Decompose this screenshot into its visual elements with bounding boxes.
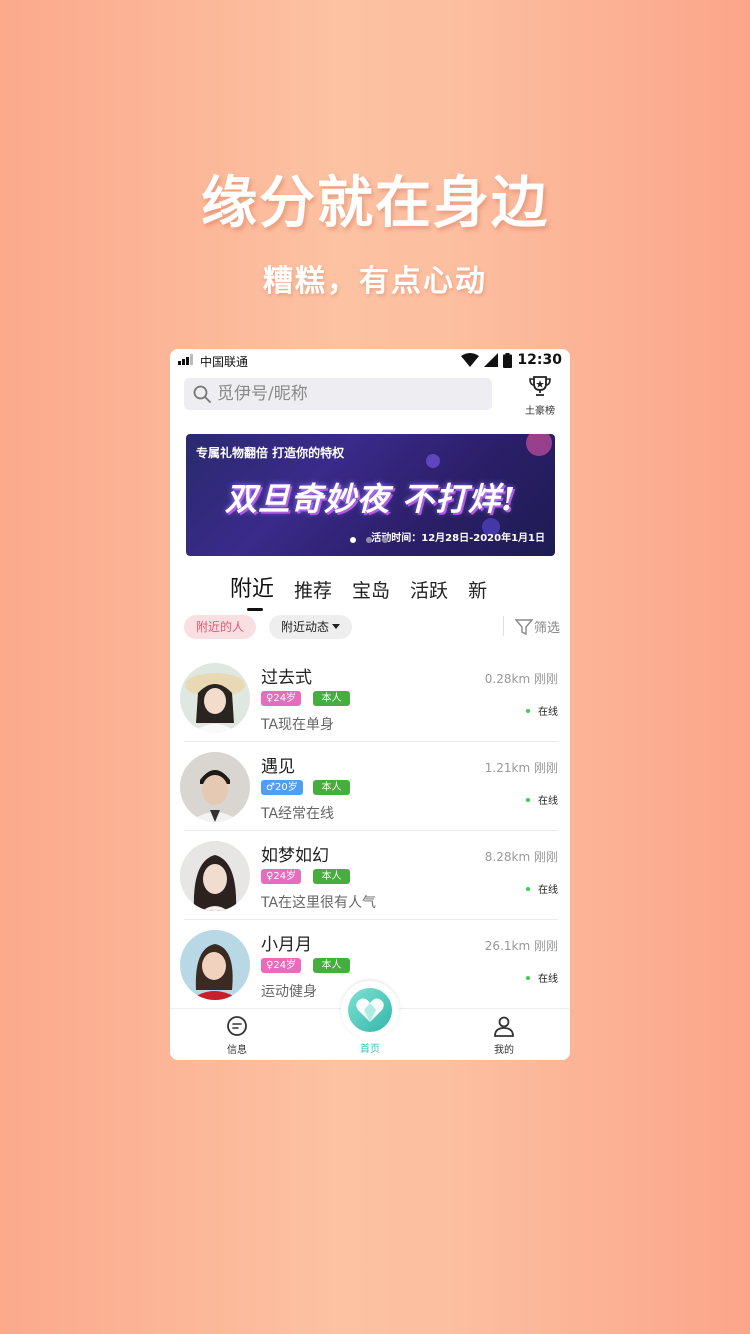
search-input[interactable] (217, 381, 477, 407)
avatar[interactable] (180, 930, 250, 1000)
home-fab[interactable] (341, 981, 399, 1039)
verified-badge: 本人 (313, 691, 350, 706)
signal-icon (178, 354, 196, 365)
nearby-moments-label: 附近动态 (280, 620, 329, 634)
user-row[interactable]: 遇见 ♂20岁 本人 TA经常在线 1.21km 刚刚 在线 (170, 742, 570, 831)
trophy-icon (529, 376, 551, 396)
user-bio: TA在这里很有人气 (261, 895, 377, 911)
age-value: 24岁 (273, 693, 297, 704)
promo-banner[interactable]: 专属礼物翻倍 打造你的特权 双旦奇妙夜 不打烊! 活动时间：12月28日-202… (186, 434, 555, 556)
carrier-label: 中国联通 (200, 355, 249, 369)
online-dot-icon (526, 886, 530, 891)
distance-time: 1.21km 刚刚 (484, 761, 558, 775)
category-tabs: 附近 推荐 宝岛 活跃 新 (230, 567, 507, 611)
nav-mine[interactable]: 我的 (474, 1015, 534, 1056)
verified-badge: 本人 (313, 780, 350, 795)
age-badge: ♀24岁 (261, 958, 302, 973)
funnel-icon (515, 618, 533, 635)
age-value: 24岁 (273, 960, 297, 971)
banner-subtitle: 专属礼物翻倍 打造你的特权 (196, 446, 345, 460)
user-row[interactable]: 过去式 ♀24岁 本人 TA现在单身 0.28km 刚刚 在线 (170, 653, 570, 742)
age-badge: ♀24岁 (261, 691, 302, 706)
avatar[interactable] (180, 841, 250, 911)
search-icon (193, 385, 211, 403)
promo-subline: 糟糕，有点心动 (263, 264, 487, 299)
pagination-dot[interactable] (366, 537, 372, 543)
online-dot-icon (526, 797, 530, 802)
online-dot-icon (526, 708, 530, 713)
user-bio: TA经常在线 (261, 806, 335, 822)
tab-recommend[interactable]: 推荐 (294, 576, 332, 603)
status-bar: 中国联通 12:30 (170, 349, 570, 371)
message-icon (227, 1016, 247, 1036)
pagination-dot[interactable] (382, 537, 388, 543)
nav-mine-label: 我的 (494, 1045, 514, 1056)
online-status: 在线 (526, 881, 558, 896)
tab-island[interactable]: 宝岛 (352, 576, 390, 603)
user-list: 过去式 ♀24岁 本人 TA现在单身 0.28km 刚刚 在线 遇见 ♂20岁 … (170, 653, 570, 1009)
heart-icon (356, 998, 384, 1022)
user-bio: TA现在单身 (261, 717, 335, 733)
caret-down-icon (332, 624, 340, 629)
banner-date: 活动时间：12月28日-2020年1月1日 (371, 533, 545, 544)
user-name: 遇见 (261, 757, 295, 777)
divider (503, 616, 504, 636)
distance-time: 8.28km 刚刚 (484, 850, 558, 864)
nav-home-label: 首页 (360, 1044, 380, 1055)
phone-screen: 中国联通 12:30 土豪榜 专属礼物翻倍 打造你的特权 双旦奇妙夜 不打烊! … (170, 349, 570, 1060)
age-value: 20岁 (274, 782, 298, 793)
nearby-people-chip[interactable]: 附近的人 (184, 615, 256, 639)
tab-nearby[interactable]: 附近 (230, 571, 274, 611)
clock: 12:30 (517, 352, 562, 368)
user-row[interactable]: 如梦如幻 ♀24岁 本人 TA在这里很有人气 8.28km 刚刚 在线 (170, 831, 570, 920)
avatar[interactable] (180, 663, 250, 733)
online-status: 在线 (526, 970, 558, 985)
distance-time: 26.1km 刚刚 (484, 939, 558, 953)
search-bar[interactable] (184, 378, 492, 410)
banner-title: 双旦奇妙夜 不打烊! (224, 480, 517, 518)
user-icon (494, 1016, 514, 1037)
verified-badge: 本人 (313, 958, 350, 973)
age-badge: ♂20岁 (261, 780, 303, 795)
rank-button[interactable]: 土豪榜 (520, 375, 560, 417)
filter-button[interactable]: 筛选 (515, 617, 560, 636)
nearby-moments-dropdown[interactable]: 附近动态 (269, 615, 352, 639)
online-dot-icon (526, 975, 530, 980)
rank-label: 土豪榜 (525, 406, 555, 417)
promo-headline: 缘分就在身边 (201, 170, 549, 236)
nav-home[interactable]: 首页 (340, 1039, 400, 1055)
nav-messages-label: 信息 (227, 1045, 247, 1056)
cell-signal-icon (484, 353, 499, 367)
tab-new[interactable]: 新 (468, 576, 487, 603)
user-name: 如梦如幻 (261, 846, 329, 866)
online-status: 在线 (526, 703, 558, 718)
user-name: 过去式 (261, 668, 312, 688)
distance-time: 0.28km 刚刚 (484, 672, 558, 686)
user-bio: 运动健身 (261, 984, 317, 1000)
age-value: 24岁 (273, 871, 297, 882)
online-status: 在线 (526, 792, 558, 807)
wifi-icon (461, 353, 480, 367)
filter-label: 筛选 (534, 621, 561, 636)
age-badge: ♀24岁 (261, 869, 302, 884)
verified-badge: 本人 (313, 869, 350, 884)
user-name: 小月月 (261, 935, 312, 955)
nav-messages[interactable]: 信息 (207, 1015, 267, 1056)
tab-active[interactable]: 活跃 (410, 576, 448, 603)
avatar[interactable] (180, 752, 250, 822)
banner-pagination (350, 537, 388, 543)
pagination-dot[interactable] (350, 537, 356, 543)
battery-icon (503, 352, 513, 368)
